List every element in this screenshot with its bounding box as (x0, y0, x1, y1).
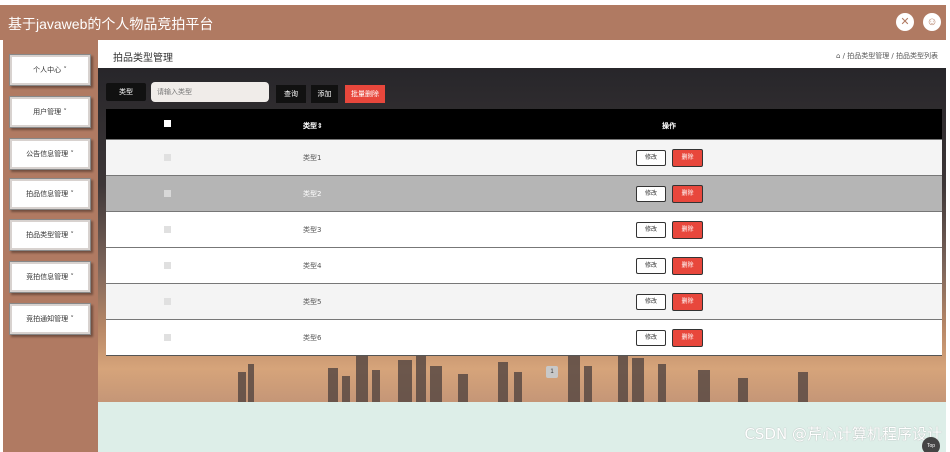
delete-button[interactable]: 删除 (672, 149, 703, 167)
table-row: 类型3 修改 删除 (106, 211, 942, 247)
top-bar: 基于javaweb的个人物品竞拍平台 ✕ ☺ (0, 5, 946, 40)
type-cell: 类型3 (303, 226, 322, 234)
table-row: 类型1 修改 删除 (106, 139, 942, 175)
add-button[interactable]: 添加 (311, 85, 338, 103)
sidebar-item-personal-center[interactable]: 个人中心 ˅ (9, 54, 91, 86)
breadcrumb[interactable]: ⌂ / 拍品类型管理 / 拍品类型列表 (836, 51, 938, 61)
edit-button[interactable]: 修改 (636, 150, 666, 166)
edit-button[interactable]: 修改 (636, 258, 666, 274)
delete-button[interactable]: 删除 (672, 293, 703, 311)
sidebar-item-user-management[interactable]: 用户管理 ˅ (9, 96, 91, 128)
edit-button[interactable]: 修改 (636, 222, 666, 238)
sidebar-item-bid-info-management[interactable]: 竞拍信息管理 ˅ (9, 261, 91, 293)
delete-button[interactable]: 删除 (672, 185, 703, 203)
sidebar-item-item-type-management[interactable]: 拍品类型管理 ˅ (9, 219, 91, 251)
item-type-table: 类型⇕ 操作 类型1 修改 删除 类型2 修改 删除 类型3 修改 删除 类型4… (106, 109, 942, 356)
type-search-input[interactable] (151, 82, 269, 102)
table-row: 类型6 修改 删除 (106, 319, 942, 355)
delete-button[interactable]: 删除 (672, 329, 703, 347)
edit-button[interactable]: 修改 (636, 330, 666, 346)
table-bottom-border (106, 355, 942, 356)
page-title: 拍品类型管理 (113, 53, 173, 64)
type-column-header[interactable]: 类型⇕ (303, 121, 323, 131)
type-cell: 类型1 (303, 154, 322, 162)
edit-button[interactable]: 修改 (636, 294, 666, 310)
table-header: 类型⇕ 操作 (106, 109, 942, 139)
page-header: 拍品类型管理 ⌂ / 拍品类型管理 / 拍品类型列表 (98, 40, 946, 68)
search-button[interactable]: 查询 (276, 85, 306, 103)
sidebar: 个人中心 ˅ 用户管理 ˅ 公告信息管理 ˅ 拍品信息管理 ˅ 拍品类型管理 ˅… (3, 40, 98, 452)
app-title: 基于javaweb的个人物品竞拍平台 (8, 16, 214, 32)
sidebar-item-item-info-management[interactable]: 拍品信息管理 ˅ (9, 178, 91, 210)
watermark-text: CSDN @芹心计算机程序设计 (744, 425, 942, 443)
row-checkbox[interactable] (164, 298, 171, 305)
pagination-page-1[interactable]: 1 (546, 366, 558, 378)
edit-button[interactable]: 修改 (636, 186, 666, 202)
row-checkbox[interactable] (164, 190, 171, 197)
sidebar-item-announcement-management[interactable]: 公告信息管理 ˅ (9, 138, 91, 170)
type-filter-label: 类型 (106, 83, 146, 101)
type-cell: 类型6 (303, 334, 322, 342)
row-checkbox[interactable] (164, 334, 171, 341)
type-cell: 类型4 (303, 262, 322, 270)
type-cell: 类型5 (303, 298, 322, 306)
row-checkbox[interactable] (164, 154, 171, 161)
type-cell: 类型2 (303, 190, 322, 198)
batch-delete-button[interactable]: 批量删除 (345, 85, 385, 103)
delete-button[interactable]: 删除 (672, 257, 703, 275)
user-icon[interactable]: ☺ (923, 13, 941, 31)
table-row: 类型4 修改 删除 (106, 247, 942, 283)
delete-button[interactable]: 删除 (672, 221, 703, 239)
row-checkbox[interactable] (164, 226, 171, 233)
table-row: 类型2 修改 删除 (106, 175, 942, 211)
table-row: 类型5 修改 删除 (106, 283, 942, 319)
sidebar-item-bid-notice-management[interactable]: 竞拍通知管理 ˅ (9, 303, 91, 335)
actions-column-header: 操作 (662, 122, 676, 130)
close-icon[interactable]: ✕ (896, 13, 914, 31)
select-all-checkbox[interactable] (164, 120, 171, 127)
main-content: 拍品类型管理 ⌂ / 拍品类型管理 / 拍品类型列表 类型 查询 添加 批量删除 (98, 40, 946, 452)
back-to-top-button[interactable]: Top (922, 437, 940, 452)
row-checkbox[interactable] (164, 262, 171, 269)
